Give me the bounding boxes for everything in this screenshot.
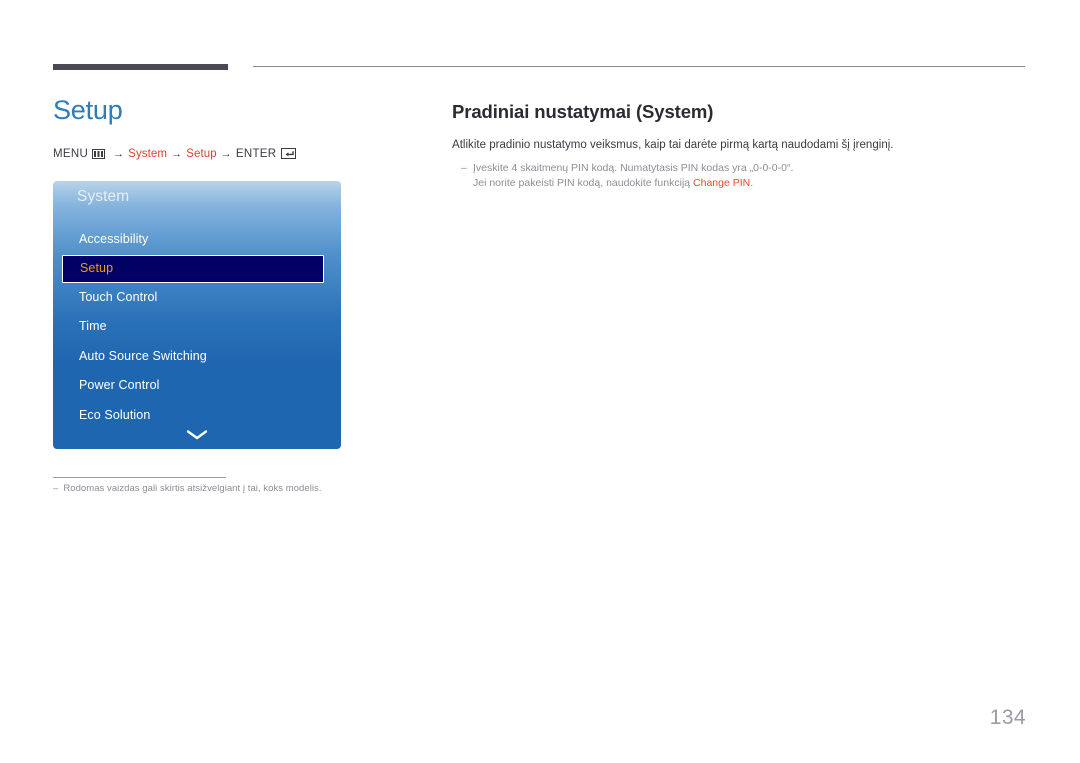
footnote: – Rodomas vaizdas gali skirtis atsižvelg…: [53, 483, 453, 494]
osd-menu-item-time[interactable]: Time: [53, 312, 341, 342]
osd-menu-item-auto-source-switching[interactable]: Auto Source Switching: [53, 342, 341, 372]
content-title: Pradiniai nustatymai (System): [452, 101, 714, 122]
osd-panel-title: System: [77, 188, 130, 205]
header-rule-dark: [53, 64, 228, 70]
content-lead-paragraph: Atlikite pradinio nustatymo veiksmus, ka…: [452, 139, 894, 152]
breadcrumb-step-system: System: [128, 147, 168, 160]
breadcrumb-arrow-1: →: [113, 147, 125, 160]
note-line-2-suffix: .: [750, 177, 754, 190]
osd-menu-item-power-control[interactable]: Power Control: [53, 371, 341, 401]
osd-menu-item-eco-solution[interactable]: Eco Solution: [53, 401, 341, 431]
note-line-2: Jei norite pakeisti PIN kodą, naudokite …: [473, 176, 1032, 192]
document-page: Setup MENU → System → Setup → ENTER Syst…: [0, 0, 1080, 763]
chevron-down-icon[interactable]: [53, 428, 341, 441]
breadcrumb-menu-label: MENU: [53, 147, 89, 160]
header-rule-light: [253, 66, 1025, 67]
breadcrumb-step-setup: Setup: [186, 147, 217, 160]
breadcrumb-arrow-2: →: [171, 147, 183, 160]
right-column: Pradiniai nustatymai (System) Atlikite p…: [452, 101, 1032, 192]
note-line-1: Įveskite 4 skaitmenų PIN kodą. Numatytas…: [473, 161, 794, 174]
osd-menu-item-accessibility[interactable]: Accessibility: [53, 225, 341, 255]
osd-menu-item-touch-control[interactable]: Touch Control: [53, 283, 341, 313]
footnote-divider: [53, 477, 226, 478]
osd-menu-item-setup[interactable]: Setup: [62, 254, 324, 283]
note-line-2-prefix: Jei norite pakeisti PIN kodą, naudokite …: [473, 177, 694, 190]
footnote-text: Rodomas vaizdas gali skirtis atsižvelgia…: [63, 483, 322, 494]
left-column: Setup MENU → System → Setup → ENTER: [53, 95, 413, 160]
breadcrumb-enter-label: ENTER: [235, 147, 277, 160]
footnote-dash: –: [53, 483, 59, 494]
breadcrumb: MENU → System → Setup → ENTER: [53, 148, 413, 160]
menu-grid-icon: [92, 148, 106, 159]
note-accent-change-pin: Change PIN: [693, 177, 751, 190]
content-note-block: – Įveskite 4 skaitmenų PIN kodą. Numatyt…: [461, 161, 1032, 193]
breadcrumb-arrow-3: →: [220, 147, 232, 160]
page-number: 134: [989, 706, 1026, 729]
page-title: Setup: [53, 95, 123, 125]
enter-return-icon: [281, 148, 297, 160]
note-dash: –: [461, 161, 467, 174]
osd-menu-panel: System Accessibility Setup Touch Control…: [53, 181, 341, 449]
osd-menu-list: Accessibility Setup Touch Control Time A…: [53, 225, 341, 430]
